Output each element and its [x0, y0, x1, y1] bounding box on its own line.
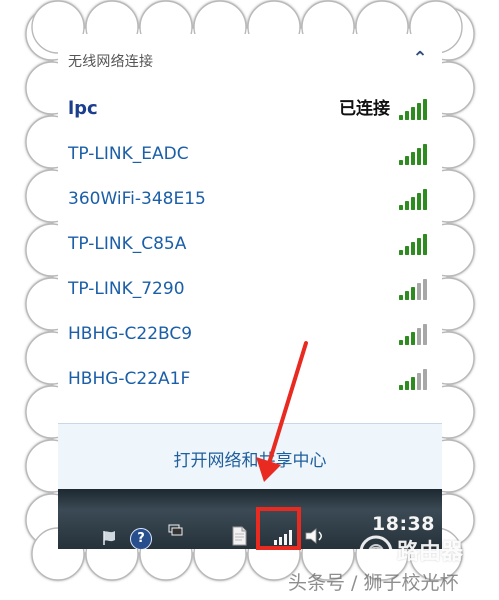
network-item-hbhg-c22bc9[interactable]: HBHG-C22BC9: [68, 317, 432, 351]
signal-bar: [405, 291, 409, 300]
show-window-icon[interactable]: [168, 524, 183, 536]
network-tray-icon[interactable]: [272, 528, 296, 546]
chevron-up-icon[interactable]: ⌃: [410, 49, 430, 69]
network-item-tp-link-c85a[interactable]: TP-LINK_C85A: [68, 227, 432, 261]
wireless-networks-panel: 无线网络连接 ⌃ lpc 已连接 TP-LINK_EADC 360WiFi-34…: [58, 34, 442, 549]
signal-bar: [417, 238, 421, 255]
wifi-signal-icon: [399, 279, 427, 300]
signal-bar: [417, 283, 421, 300]
router-logo-icon: [359, 535, 393, 569]
signal-bar: [417, 328, 421, 345]
wireless-section-title: 无线网络连接: [68, 54, 154, 70]
signal-bar: [411, 242, 415, 255]
signal-bar: [423, 369, 427, 390]
volume-icon[interactable]: [304, 526, 326, 546]
signal-bar: [411, 107, 415, 120]
signal-bar: [411, 197, 415, 210]
signal-bar: [405, 156, 409, 165]
wifi-signal-icon: [399, 99, 427, 120]
signal-bar: [417, 373, 421, 390]
source-watermark: 头条号 / 狮子校光杯: [288, 572, 459, 594]
connected-status: 已连接: [339, 99, 390, 119]
signal-bar: [417, 103, 421, 120]
screenshot-stage: 无线网络连接 ⌃ lpc 已连接 TP-LINK_EADC 360WiFi-34…: [0, 0, 499, 600]
network-item-360wifi-348e15[interactable]: 360WiFi-348E15: [68, 182, 432, 216]
taskbar-clock[interactable]: 18:38: [372, 513, 435, 535]
network-name: lpc: [68, 98, 98, 119]
signal-bar: [411, 377, 415, 390]
open-network-sharing-center-link[interactable]: 打开网络和共享中心: [58, 446, 442, 471]
signal-bar: [405, 336, 409, 345]
signal-bar: [399, 205, 403, 210]
network-name: 360WiFi-348E15: [68, 189, 206, 209]
network-panel-footer: 打开网络和共享中心: [58, 423, 442, 490]
signal-bar: [411, 152, 415, 165]
signal-bar: [423, 99, 427, 120]
document-icon[interactable]: [230, 525, 248, 547]
router-watermark-logo: 路由器: [359, 534, 479, 572]
help-icon[interactable]: ?: [130, 528, 152, 549]
network-item-tp-link-7290[interactable]: TP-LINK_7290: [68, 272, 432, 306]
action-center-icon[interactable]: [102, 530, 120, 546]
wifi-signal-icon: [399, 144, 427, 165]
network-name: HBHG-C22A1F: [68, 369, 191, 389]
signal-bar: [399, 160, 403, 165]
signal-bar: [405, 246, 409, 255]
wireless-section-header[interactable]: 无线网络连接 ⌃: [68, 48, 432, 72]
signal-bar: [417, 148, 421, 165]
signal-bar: [405, 201, 409, 210]
signal-bar: [399, 115, 403, 120]
network-item-lpc[interactable]: lpc 已连接: [68, 92, 432, 126]
signal-bar: [411, 287, 415, 300]
network-name: TP-LINK_C85A: [68, 234, 187, 254]
signal-bar: [423, 189, 427, 210]
signal-bar: [399, 250, 403, 255]
signal-bar: [423, 144, 427, 165]
wifi-signal-icon: [399, 189, 427, 210]
signal-bar: [399, 295, 403, 300]
wifi-signal-icon: [399, 234, 427, 255]
wifi-signal-icon: [399, 369, 427, 390]
signal-bar: [417, 193, 421, 210]
router-logo-text: 路由器: [397, 540, 464, 565]
signal-bar: [405, 111, 409, 120]
network-item-hbhg-c22a1f[interactable]: HBHG-C22A1F: [68, 362, 432, 396]
signal-bar: [405, 381, 409, 390]
signal-bar: [423, 279, 427, 300]
wifi-signal-icon: [399, 324, 427, 345]
network-name: HBHG-C22BC9: [68, 324, 193, 344]
signal-bar: [423, 324, 427, 345]
signal-bar: [399, 385, 403, 390]
signal-bar: [423, 234, 427, 255]
network-item-tp-link-eadc[interactable]: TP-LINK_EADC: [68, 137, 432, 171]
network-name: TP-LINK_7290: [68, 279, 185, 299]
network-name: TP-LINK_EADC: [68, 144, 189, 164]
signal-bar: [399, 340, 403, 345]
signal-bar: [411, 332, 415, 345]
